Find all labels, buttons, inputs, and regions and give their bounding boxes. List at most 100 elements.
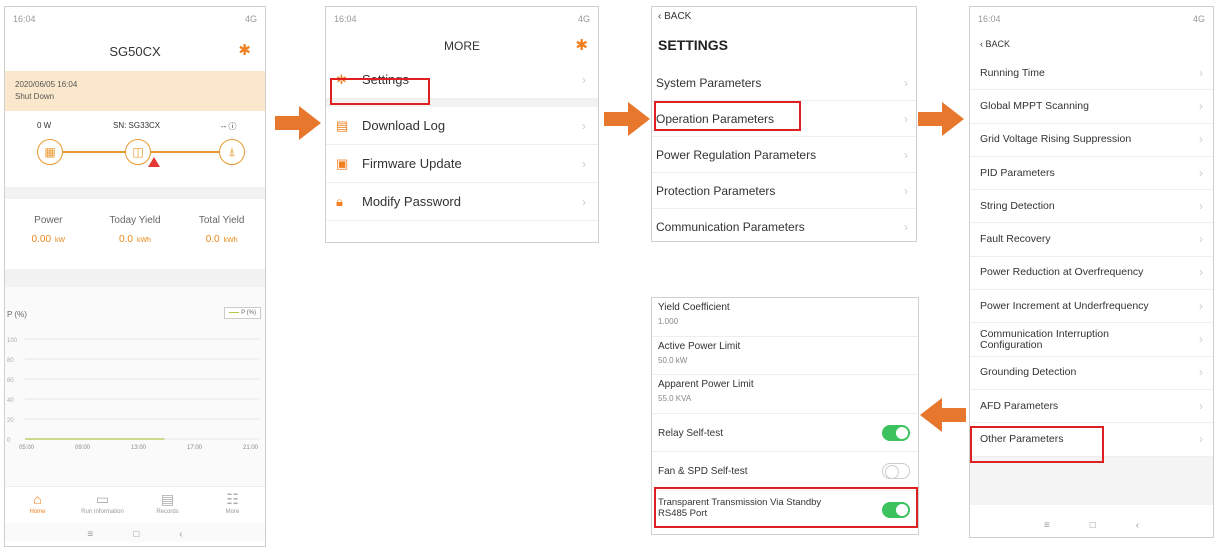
x-tick-label: 21:00 <box>243 445 259 451</box>
settings-item-label: Protection Parameters <box>656 183 776 198</box>
monitor-icon: ▭ <box>95 491 110 507</box>
tab-label: Run Information <box>81 509 124 515</box>
back-button[interactable]: ‹ BACK <box>652 7 916 27</box>
status-time: 16:04 <box>334 14 357 24</box>
flow-arrow-left <box>920 398 966 432</box>
param-grounding-detection[interactable]: Grounding Detection › <box>970 357 1213 390</box>
tab-home[interactable]: ⌂ Home <box>5 487 70 522</box>
status-network: 4G <box>244 14 257 24</box>
menu-item-firmware-update[interactable]: ▣ Firmware Update › <box>326 145 598 183</box>
chart-legend[interactable]: P (%) <box>224 307 261 319</box>
param-label: Active Power Limit <box>658 340 741 352</box>
tab-more[interactable]: ☷ More <box>200 487 265 522</box>
log-icon: ▤ <box>336 117 349 133</box>
tab-run-information[interactable]: ▭ Run Information <box>70 487 135 522</box>
settings-item-protection-parameters[interactable]: Protection Parameters › <box>652 173 916 209</box>
relay-self-test-toggle[interactable] <box>882 424 910 441</box>
menu-item-download-log[interactable]: ▤ Download Log › <box>326 107 598 145</box>
home-nav-icon[interactable]: □ <box>133 529 139 540</box>
kpi-unit: kWh <box>136 237 151 244</box>
y-tick-label: 0 <box>7 438 11 444</box>
kpi-row: Power 0.00 kW Today Yield 0.0 kWh Total Yi… <box>5 199 265 269</box>
x-tick-label: 05:00 <box>19 445 35 451</box>
x-tick-label: 09:00 <box>75 445 91 451</box>
param-global-mppt-scanning[interactable]: Global MPPT Scanning › <box>970 90 1213 124</box>
kpi-unit: kWh <box>223 237 238 244</box>
kpi-value: 0.0 <box>119 234 133 245</box>
home-screen: 16:04 4G SG50CX ✱ 2020/06/05 16:04 Shut … <box>4 6 266 547</box>
param-power-increment-underfrequency[interactable]: Power Increment at Underfrequency › <box>970 290 1213 324</box>
legend-label: P (%) <box>241 310 256 316</box>
clipboard-icon: ▤ <box>160 491 175 507</box>
param-value: 55.0 KVA <box>658 394 692 403</box>
chevron-right-icon: › <box>582 194 586 209</box>
toggle-label: Fan & SPD Self-test <box>658 466 748 477</box>
param-communication-interruption[interactable]: Communication Interruption Configuration… <box>970 323 1213 357</box>
home-nav-icon[interactable]: □ <box>1090 520 1096 531</box>
param-running-time[interactable]: Running Time › <box>970 57 1213 91</box>
home-icon: ⌂ <box>33 491 42 507</box>
param-apparent-power-limit[interactable]: Apparent Power Limit 55.0 KVA <box>652 375 918 414</box>
param-pid-parameters[interactable]: PID Parameters › <box>970 157 1213 191</box>
back-button[interactable]: ‹ BACK <box>970 31 1213 57</box>
menu-item-modify-password[interactable]: 🔒︎ Modify Password › <box>326 183 598 221</box>
title-bar: SG50CX ✱ <box>5 31 265 71</box>
back-nav-icon[interactable]: ‹ <box>1136 520 1139 531</box>
settings-item-power-regulation-parameters[interactable]: Power Regulation Parameters › <box>652 137 916 173</box>
page-title: SG50CX <box>109 43 161 59</box>
param-label: Running Time <box>980 66 1045 79</box>
kpi-today-yield: Today Yield 0.0 kWh <box>92 199 179 269</box>
menu-nav-icon[interactable]: ≡ <box>87 529 93 540</box>
status-bar: 16:04 4G <box>970 7 1213 31</box>
chevron-right-icon: › <box>904 219 908 234</box>
kpi-total-yield: Total Yield 0.0 kWh <box>178 199 265 269</box>
tab-label: Records <box>156 509 179 515</box>
param-label: Communication Interruption Configuration <box>980 327 1109 351</box>
param-label: PID Parameters <box>980 166 1055 179</box>
kpi-value: 0.00 <box>31 234 52 245</box>
param-string-detection[interactable]: String Detection › <box>970 190 1213 224</box>
energy-flow: 0 W SN: SG33CX -- ⓘ ▦ ◫ ⍋ <box>5 111 265 187</box>
y-tick-label: 60 <box>7 378 14 384</box>
y-tick-label: 20 <box>7 418 14 424</box>
status-time: 16:04 <box>13 14 36 24</box>
highlight-operation-parameters <box>654 101 801 131</box>
settings-item-communication-parameters[interactable]: Communication Parameters › <box>652 209 916 241</box>
param-label: AFD Parameters <box>980 399 1059 412</box>
param-afd-parameters[interactable]: AFD Parameters › <box>970 390 1213 424</box>
param-label: Yield Coefficient <box>658 302 730 313</box>
settings-item-label: Communication Parameters <box>656 219 805 234</box>
tab-records[interactable]: ▤ Records <box>135 487 200 522</box>
chevron-right-icon: › <box>1199 132 1203 147</box>
param-label: String Detection <box>980 199 1055 212</box>
flow-arrow-right <box>918 102 964 136</box>
chevron-right-icon: › <box>1199 298 1203 313</box>
kpi-label: Total Yield <box>198 215 245 226</box>
param-active-power-limit[interactable]: Active Power Limit 50.0 kW <box>652 337 918 375</box>
warning-icon <box>148 157 160 167</box>
chevron-right-icon: › <box>1199 265 1203 280</box>
x-tick-label: 17:00 <box>187 445 203 451</box>
settings-item-label: System Parameters <box>656 75 762 90</box>
param-power-reduction-overfrequency[interactable]: Power Reduction at Overfrequency › <box>970 257 1213 291</box>
grid-icon: ☷ <box>226 491 239 507</box>
chevron-right-icon: › <box>582 118 586 133</box>
highlight-settings <box>330 78 430 105</box>
bluetooth-icon[interactable]: ✱ <box>238 41 251 59</box>
param-fault-recovery[interactable]: Fault Recovery › <box>970 223 1213 257</box>
tab-label: More <box>225 509 240 515</box>
y-tick-label: 100 <box>7 338 18 344</box>
fan-spd-self-test-toggle[interactable] <box>882 463 910 479</box>
param-label: Power Increment at Underfrequency <box>980 299 1149 312</box>
menu-nav-icon[interactable]: ≡ <box>1044 520 1050 531</box>
menu-item-label: Firmware Update <box>362 156 462 171</box>
settings-item-system-parameters[interactable]: System Parameters › <box>652 65 916 101</box>
param-label: Grid Voltage Rising Suppression <box>980 133 1132 146</box>
grid-info-label[interactable]: -- ⓘ <box>221 121 237 132</box>
back-nav-icon[interactable]: ‹ <box>179 529 182 540</box>
y-tick-label: 80 <box>7 358 14 364</box>
bluetooth-icon[interactable]: ✱ <box>575 36 588 54</box>
param-yield-coefficient[interactable]: Yield Coefficient 1.000 <box>652 298 918 337</box>
param-grid-voltage-rising-suppression[interactable]: Grid Voltage Rising Suppression › <box>970 124 1213 157</box>
chevron-right-icon: › <box>1199 365 1203 380</box>
